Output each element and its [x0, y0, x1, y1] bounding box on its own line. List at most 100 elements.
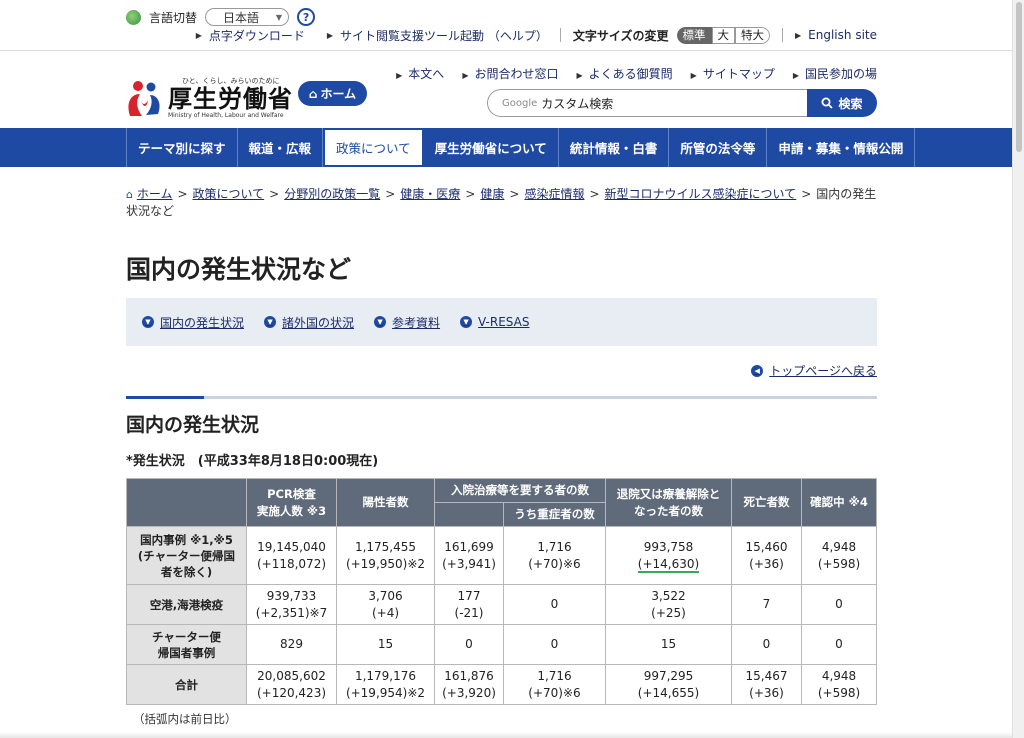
- subnav-link-contact[interactable]: ▶ お問合わせ窓口: [462, 65, 558, 82]
- vertical-scrollbar[interactable]: [1012, 0, 1024, 738]
- back-to-top-link[interactable]: ◀ トップページへ戻る: [751, 362, 877, 379]
- table-cell: 0: [731, 624, 802, 665]
- back-to-top-label: トップページへ戻る: [769, 364, 877, 378]
- subnav-link-faq[interactable]: ▶ よくある御質問: [576, 65, 672, 82]
- gnav-item-laws[interactable]: 所管の法令等: [669, 128, 768, 167]
- help-icon[interactable]: ?: [297, 8, 316, 26]
- gnav-item-statistics[interactable]: 統計情報・白書: [559, 128, 670, 167]
- chevron-down-icon: ▼: [275, 13, 283, 22]
- breadcrumb-separator: >: [589, 187, 600, 201]
- cell-value: 4,948: [821, 539, 857, 554]
- subnav-link-participation[interactable]: ▶ 国民参加の場: [793, 65, 877, 82]
- cell-delta: (+3,941): [442, 556, 496, 571]
- search-button[interactable]: 検索: [807, 89, 877, 117]
- mhlw-logo-icon: [126, 78, 162, 118]
- cell-value: 15,460: [745, 539, 788, 554]
- language-select-value: 日本語: [223, 10, 260, 25]
- chevron-left-icon: ◀: [751, 364, 764, 377]
- gnav-item-themes[interactable]: テーマ別に探す: [126, 128, 238, 167]
- row-header: 空港,海港検疫: [126, 584, 247, 625]
- font-size-large-button[interactable]: 大: [711, 26, 736, 44]
- table-cell: 15: [605, 624, 732, 665]
- page-title: 国内の発生状況など: [126, 255, 352, 284]
- english-site-label: English site: [808, 28, 877, 42]
- cell-value: 19,145,040: [257, 539, 326, 554]
- cell-delta: (+598): [817, 685, 861, 700]
- gnav-item-policy[interactable]: 政策について: [323, 128, 424, 167]
- scrollbar-thumb[interactable]: [1016, 2, 1022, 152]
- breadcrumb-link[interactable]: 分野別の政策一覧: [284, 187, 380, 201]
- home-button[interactable]: ⌂ ホーム: [298, 81, 367, 106]
- subnav-link-main[interactable]: ▶ 本文へ: [396, 65, 444, 82]
- gnav-item-applications[interactable]: 申請・募集・情報公開: [767, 128, 916, 167]
- row-header: チャーター便 帰国者事例: [126, 624, 247, 665]
- cell-delta: (-21): [454, 605, 484, 620]
- cell-value: 1,179,176: [354, 668, 417, 683]
- table-cell: 0: [801, 584, 877, 625]
- site-search: Google カスタム検索 検索: [487, 89, 877, 117]
- anchor-label: 諸外国の状況: [282, 315, 355, 330]
- cell-delta: (+36): [749, 685, 784, 700]
- triangle-right-icon: ▶: [690, 71, 697, 80]
- anchor-link-references[interactable]: ▼ 参考資料: [374, 314, 440, 331]
- triangle-right-icon: ▶: [326, 30, 334, 40]
- accessibility-tool-link[interactable]: ▶ サイト閲覧支援ツール起動 （ヘルプ）: [327, 27, 548, 44]
- table-cell: 19,145,040 (+118,072): [246, 526, 337, 585]
- breadcrumb-link[interactable]: 健康: [480, 187, 504, 201]
- language-label: 言語切替: [149, 10, 198, 25]
- home-button-label: ホーム: [320, 87, 357, 101]
- cell-value: 3,706: [368, 588, 403, 603]
- home-icon: ⌂: [308, 86, 318, 101]
- table-corner: [126, 478, 247, 527]
- subnav-label: お問合わせ窓口: [474, 67, 559, 81]
- gnav-item-about[interactable]: 厚生労働省について: [424, 128, 559, 167]
- anchor-link-overseas[interactable]: ▼ 諸外国の状況: [264, 314, 354, 331]
- subnav-link-sitemap[interactable]: ▶ サイトマップ: [691, 65, 775, 82]
- cell-delta: (+25): [651, 605, 686, 620]
- column-header-pcr: PCR検査 実施人数 ※3: [246, 478, 337, 527]
- divider: [559, 28, 561, 42]
- subnav-label: 本文へ: [408, 67, 445, 81]
- triangle-right-icon: ▶: [792, 71, 799, 80]
- font-size-xlarge-button[interactable]: 特大: [735, 26, 771, 44]
- breadcrumb-link[interactable]: ホーム: [137, 187, 173, 201]
- cell-value: 20,085,602: [257, 668, 326, 683]
- breadcrumb-link[interactable]: 感染症情報: [524, 187, 584, 201]
- column-header-blank: [434, 502, 504, 527]
- breadcrumb-link[interactable]: 新型コロナウイルス感染症について: [605, 187, 797, 201]
- table-cell: 4,948 (+598): [801, 526, 877, 585]
- breadcrumb-link[interactable]: 政策について: [193, 187, 265, 201]
- cell-value: 15,467: [745, 668, 788, 683]
- cell-delta: (+4): [371, 605, 400, 620]
- table-cell: 0: [503, 584, 606, 625]
- global-nav: テーマ別に探す 報道・広報 政策について 厚生労働省について 統計情報・白書 所…: [0, 128, 1012, 167]
- font-size-standard-button[interactable]: 標準: [676, 26, 712, 44]
- cell-value: 1,175,455: [354, 539, 417, 554]
- cell-delta: (+118,072): [256, 556, 327, 571]
- accessibility-tool-label: サイト閲覧支援ツール起動 （ヘルプ）: [340, 28, 548, 43]
- subnav-label: 国民参加の場: [804, 67, 877, 81]
- triangle-right-icon: ▶: [195, 30, 202, 40]
- site-logo[interactable]: ひと、くらし、みらいのために 厚生労働省 Ministry of Health,…: [126, 76, 293, 119]
- table-cell: 161,699 (+3,941): [434, 526, 504, 585]
- anchor-label: 参考資料: [392, 315, 441, 330]
- breadcrumb-link[interactable]: 健康・医療: [400, 187, 460, 201]
- column-header-hospital: 入院治療等を要する者の数: [434, 478, 606, 503]
- anchor-link-domestic[interactable]: ▼ 国内の発生状況: [142, 314, 244, 331]
- section-title: 国内の発生状況: [126, 414, 260, 436]
- breadcrumb: ⌂ ホーム > 政策について > 分野別の政策一覧 > 健康・医療 > 健康 > 感染症情報 > 新型コ…: [126, 186, 877, 220]
- table-cell: 993,758 (+14,630): [605, 526, 732, 585]
- cell-delta: (+70)※6: [528, 685, 581, 700]
- search-brand: Google: [502, 97, 538, 109]
- search-placeholder: カスタム検索: [541, 96, 614, 111]
- braille-download-link[interactable]: ▶ 点字ダウンロード: [196, 27, 305, 44]
- chevron-down-icon: ▼: [142, 316, 154, 328]
- cell-delta: (+3,920): [442, 685, 496, 700]
- divider: [782, 28, 784, 42]
- gnav-item-press[interactable]: 報道・広報: [238, 128, 324, 167]
- language-select[interactable]: 日本語 ▼: [205, 8, 290, 26]
- anchor-link-vresas[interactable]: ▼ V-RESAS: [460, 315, 529, 329]
- english-site-link[interactable]: ▶ English site: [795, 28, 877, 42]
- search-input[interactable]: Google カスタム検索: [487, 89, 807, 117]
- table-cell: 15: [336, 624, 435, 665]
